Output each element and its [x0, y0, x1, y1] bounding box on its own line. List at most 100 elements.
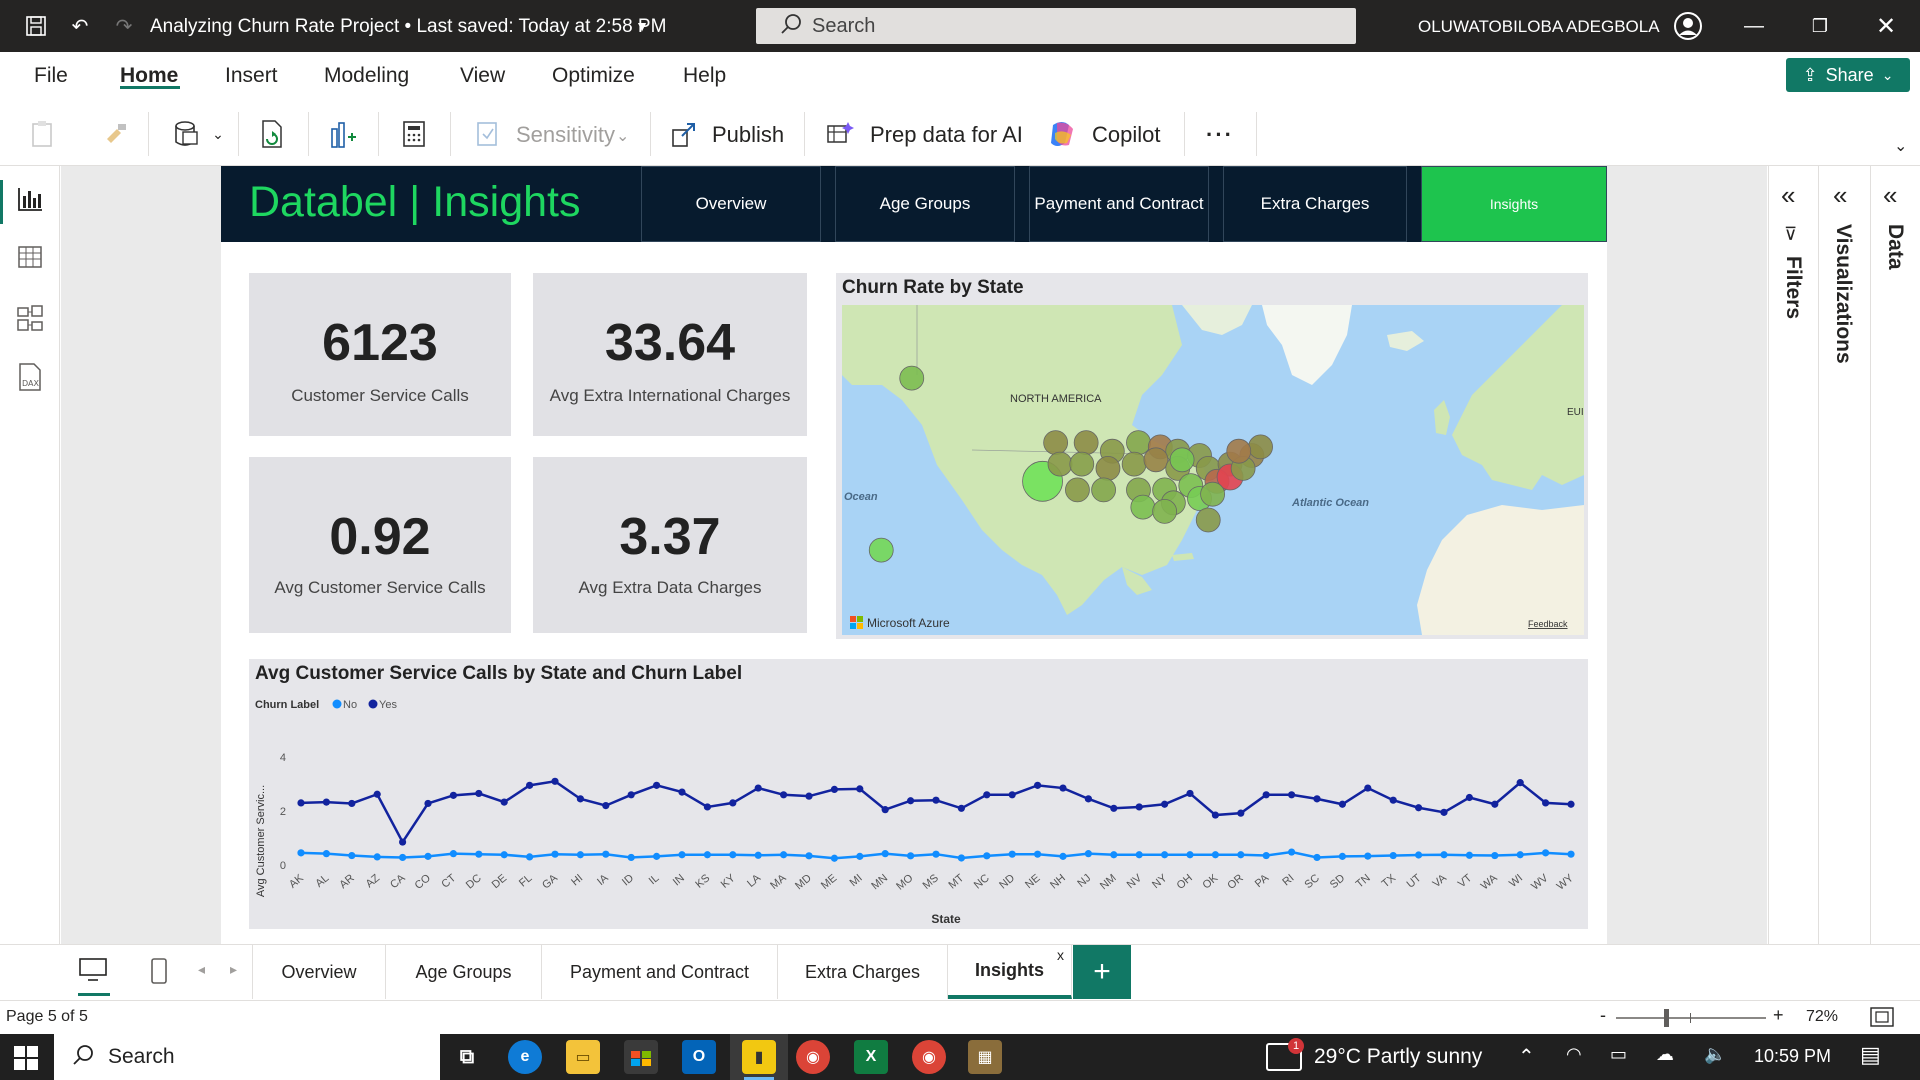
menu-optimize[interactable]: Optimize [552, 64, 635, 88]
data-point[interactable] [1059, 784, 1067, 792]
nav-button-payment-contract[interactable]: Payment and Contract [1029, 166, 1209, 242]
data-point[interactable] [399, 838, 407, 846]
data-point[interactable] [780, 851, 788, 859]
data-point[interactable] [932, 796, 940, 804]
data-pane[interactable]: « Data [1870, 166, 1920, 944]
menu-modeling[interactable]: Modeling [324, 64, 409, 88]
data-point[interactable] [424, 799, 432, 808]
scroll-right-icon[interactable]: ▸ [230, 961, 237, 978]
data-point[interactable] [297, 849, 305, 857]
report-view-icon[interactable] [16, 186, 46, 216]
user-avatar-icon[interactable] [1672, 10, 1704, 42]
data-point[interactable] [1364, 852, 1372, 860]
menu-insert[interactable]: Insert [225, 64, 278, 88]
data-point[interactable] [1516, 851, 1524, 859]
desktop-layout-icon[interactable] [78, 957, 108, 988]
data-point[interactable] [1364, 784, 1372, 792]
model-view-icon[interactable] [16, 304, 46, 334]
map-bubble[interactable] [1152, 498, 1178, 524]
data-point[interactable] [576, 795, 584, 803]
data-point[interactable] [424, 852, 432, 860]
data-point[interactable] [1211, 811, 1219, 819]
notifications-icon[interactable]: ▤ [1860, 1042, 1881, 1068]
data-point[interactable] [1389, 796, 1397, 804]
map-bubble[interactable] [1169, 447, 1195, 473]
scroll-left-icon[interactable]: ◂ [198, 961, 205, 978]
data-point[interactable] [373, 790, 381, 798]
nav-button-insights[interactable]: Insights [1421, 166, 1607, 242]
nav-button-extra-charges[interactable]: Extra Charges [1223, 166, 1407, 242]
outlook-icon[interactable]: O [682, 1040, 716, 1074]
map-bubble[interactable] [1095, 455, 1121, 481]
table-view-icon[interactable] [16, 244, 46, 274]
data-point[interactable] [526, 853, 534, 861]
data-point[interactable] [907, 797, 915, 805]
data-point[interactable] [1034, 781, 1042, 789]
map-bubble[interactable] [1069, 451, 1095, 477]
battery-icon[interactable]: ▭ [1610, 1044, 1627, 1065]
prep-data-icon[interactable] [824, 118, 856, 150]
data-point[interactable] [678, 788, 686, 796]
filters-pane[interactable]: « ⊽ Filters [1768, 166, 1818, 944]
format-painter-icon[interactable] [100, 118, 132, 150]
chrome-profile-icon[interactable]: ◉ [912, 1040, 946, 1074]
data-point[interactable] [805, 792, 813, 800]
undo-icon[interactable]: ↶ [66, 12, 94, 40]
redo-icon[interactable]: ↷ [110, 12, 138, 40]
data-point[interactable] [1211, 851, 1219, 859]
line-chart-visual[interactable]: Avg Customer Service Calls by State and … [249, 659, 1588, 929]
data-point[interactable] [907, 852, 915, 860]
data-point[interactable] [1110, 804, 1118, 812]
data-point[interactable] [1262, 851, 1270, 860]
menu-help[interactable]: Help [683, 64, 726, 88]
data-point[interactable] [1084, 850, 1092, 858]
page-tab-age-groups[interactable]: Age Groups [386, 945, 542, 999]
data-point[interactable] [754, 851, 762, 859]
map-canvas[interactable]: NORTH AMERICA Atlantic Ocean Ocean EUI M… [842, 305, 1584, 635]
kpi-card-avg-extra-data-charges[interactable]: 3.37 Avg Extra Data Charges [533, 457, 807, 633]
kpi-card-avg-customer-service-calls[interactable]: 0.92 Avg Customer Service Calls [249, 457, 511, 633]
map-bubble[interactable] [1143, 447, 1169, 473]
data-point[interactable] [627, 853, 635, 862]
legend-label[interactable]: No [343, 699, 357, 711]
data-point[interactable] [1135, 803, 1143, 811]
data-point[interactable] [1313, 853, 1321, 862]
map-bubble[interactable] [1248, 434, 1273, 460]
map-bubble[interactable] [1126, 430, 1151, 456]
collapse-data-icon[interactable]: « [1883, 180, 1897, 211]
user-name[interactable]: OLUWATOBILOBA ADEGBOLA [1418, 17, 1660, 37]
map-bubble[interactable] [1130, 494, 1156, 520]
data-point[interactable] [754, 784, 762, 792]
page-tab-extra-charges[interactable]: Extra Charges [778, 945, 948, 999]
weather-text[interactable]: 29°C Partly sunny [1314, 1045, 1482, 1069]
sensitivity-dropdown-icon[interactable]: ⌄ [616, 126, 629, 146]
data-point[interactable] [449, 850, 457, 858]
data-point[interactable] [703, 803, 711, 811]
data-point[interactable] [1313, 795, 1321, 803]
close-icon[interactable]: ✕ [1872, 12, 1900, 40]
data-point[interactable] [957, 804, 966, 812]
close-page-icon[interactable]: x [1057, 947, 1064, 963]
get-data-dropdown-icon[interactable]: ⌄ [202, 118, 234, 150]
data-point[interactable] [1542, 799, 1550, 807]
file-explorer-icon[interactable]: ▭ [566, 1040, 600, 1074]
dax-query-icon[interactable]: DAX [16, 362, 46, 392]
data-point[interactable] [1084, 795, 1092, 803]
excel-icon[interactable]: X [854, 1040, 888, 1074]
data-point[interactable] [1135, 851, 1143, 859]
edge-icon[interactable]: e [508, 1040, 542, 1074]
data-point[interactable] [1008, 791, 1016, 799]
data-point[interactable] [1415, 804, 1423, 812]
page-tab-payment-contract[interactable]: Payment and Contract [542, 945, 778, 999]
data-point[interactable] [932, 850, 940, 858]
data-point[interactable] [475, 789, 483, 798]
legend-label[interactable]: Yes [379, 699, 397, 711]
nav-button-overview[interactable]: Overview [641, 166, 821, 242]
prep-data-label[interactable]: Prep data for AI [870, 122, 1023, 148]
windows-start-icon[interactable] [14, 1046, 38, 1075]
data-point[interactable] [348, 851, 356, 860]
calculator-icon[interactable] [398, 118, 430, 150]
data-point[interactable] [957, 854, 966, 862]
map-bubble[interactable] [1047, 451, 1073, 477]
data-point[interactable] [881, 806, 889, 814]
